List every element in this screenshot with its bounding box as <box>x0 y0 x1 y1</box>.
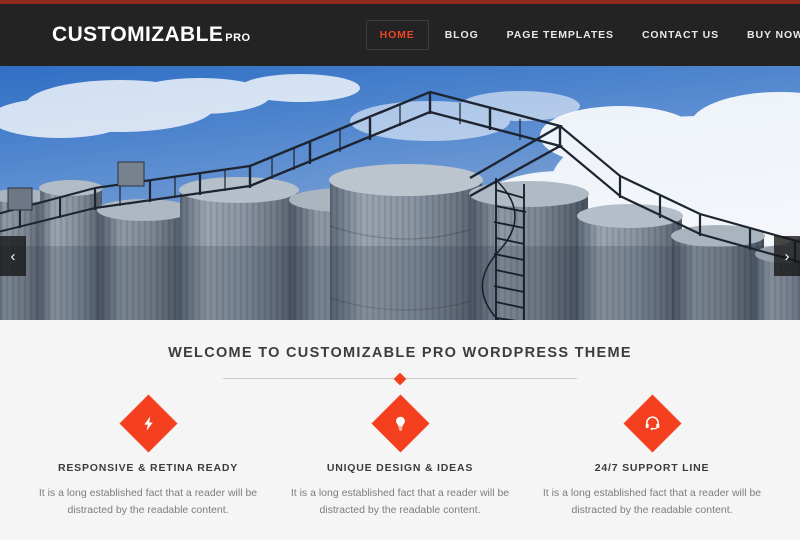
nav-item-blog[interactable]: BLOG <box>431 20 493 50</box>
feature-title: 24/7 SUPPORT LINE <box>594 462 710 474</box>
site-logo[interactable]: CUSTOMIZABLE PRO <box>52 23 251 47</box>
nav-item-buy-now[interactable]: BUY NOW <box>733 20 800 50</box>
slider-prev-button[interactable]: ‹ <box>0 236 26 276</box>
hero-image <box>0 66 800 320</box>
nav-item-page-templates[interactable]: PAGE TEMPLATES <box>493 20 628 50</box>
lightbulb-icon <box>395 416 405 431</box>
features-row: RESPONSIVE & RETINA READY It is a long e… <box>0 394 800 519</box>
feature-text: It is a long established fact that a rea… <box>38 487 258 516</box>
feature-icon-diamond[interactable] <box>623 394 681 453</box>
logo-suffix-text: PRO <box>225 32 251 44</box>
nav-item-contact-us[interactable]: CONTACT US <box>628 20 733 50</box>
main-navigation: HOME BLOG PAGE TEMPLATES CONTACT US BUY … <box>365 20 800 50</box>
feature-title: UNIQUE DESIGN & IDEAS <box>326 462 474 474</box>
feature-text: It is a long established fact that a rea… <box>290 487 510 516</box>
feature-responsive-retina: RESPONSIVE & RETINA READY It is a long e… <box>22 394 274 519</box>
feature-title: RESPONSIVE & RETINA READY <box>57 462 239 474</box>
feature-unique-design: UNIQUE DESIGN & IDEAS It is a long estab… <box>274 394 526 519</box>
site-header: CUSTOMIZABLE PRO HOME BLOG PAGE TEMPLATES… <box>0 4 800 66</box>
hero-slider: ‹ › <box>0 66 800 320</box>
feature-icon-diamond[interactable] <box>371 394 429 453</box>
chevron-right-icon: › <box>784 247 790 265</box>
feature-icon-diamond[interactable] <box>119 394 177 453</box>
logo-main-text: CUSTOMIZABLE <box>52 23 224 46</box>
slider-next-button[interactable]: › <box>774 236 800 276</box>
page-root: CUSTOMIZABLE PRO HOME BLOG PAGE TEMPLATES… <box>0 0 800 540</box>
feature-text: It is a long established fact that a rea… <box>542 487 762 516</box>
lightning-bolt-icon <box>143 416 153 431</box>
page-title: WELCOME TO CUSTOMIZABLE PRO WORDPRESS TH… <box>168 345 632 361</box>
welcome-section: WELCOME TO CUSTOMIZABLE PRO WORDPRESS TH… <box>0 320 800 540</box>
chevron-left-icon: ‹ <box>10 247 16 265</box>
title-divider <box>223 372 577 385</box>
headset-support-icon <box>645 416 659 431</box>
feature-support-line: 24/7 SUPPORT LINE It is a long establish… <box>526 394 778 519</box>
divider-diamond-icon <box>393 372 407 385</box>
nav-item-home[interactable]: HOME <box>365 20 429 50</box>
